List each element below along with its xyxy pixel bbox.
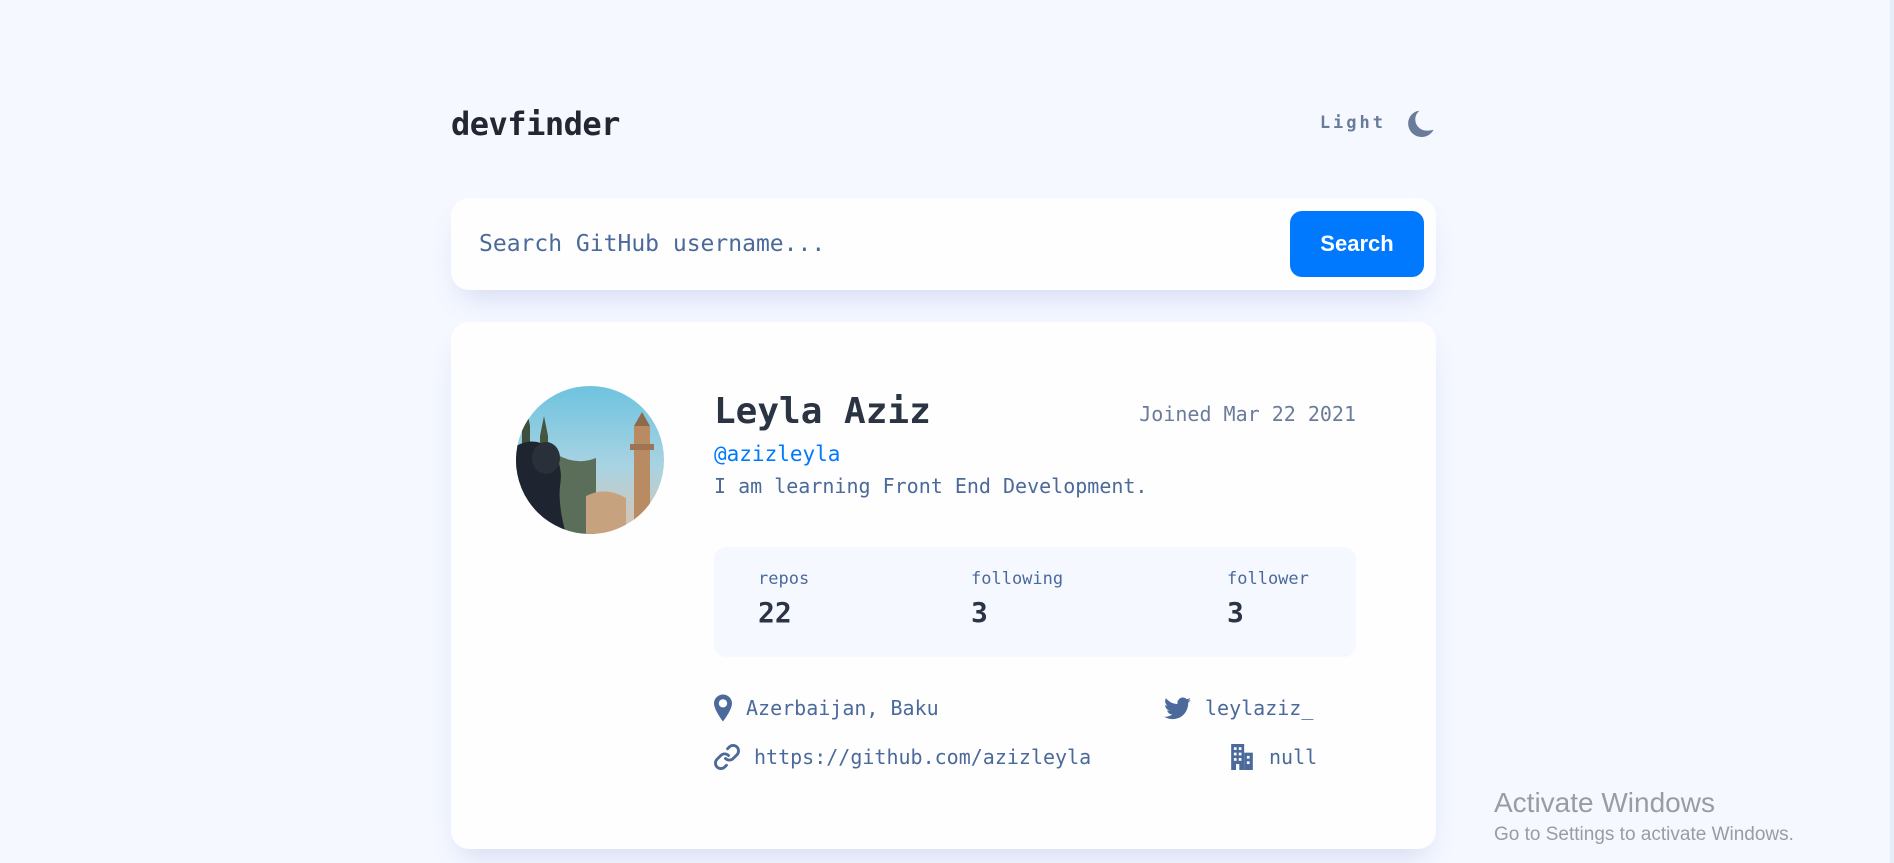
link-icon: [714, 744, 740, 770]
twitter-item: leylaziz_: [1164, 696, 1313, 720]
stat-following-value: 3: [971, 596, 988, 629]
stats-panel: repos 22 following 3 follower 3: [714, 547, 1356, 657]
moon-icon: [1406, 108, 1436, 138]
header: devfinder Light: [451, 100, 1436, 150]
profile-name: Leyla Aziz: [714, 391, 931, 432]
building-icon: [1231, 744, 1253, 770]
twitter-handle-link[interactable]: leylaziz_: [1205, 696, 1313, 720]
search-button[interactable]: Search: [1290, 211, 1424, 277]
stat-repos-label: repos: [758, 569, 810, 589]
stat-followers-label: follower: [1227, 569, 1309, 589]
stat-followers-value: 3: [1227, 596, 1244, 629]
stat-repos-value: 22: [758, 596, 792, 629]
stat-following: following 3: [971, 567, 1063, 631]
app-logo: devfinder: [451, 105, 620, 143]
page: devfinder Light Search GitHub username..…: [0, 0, 1894, 863]
twitter-icon: [1164, 697, 1191, 719]
stat-following-label: following: [971, 569, 1064, 589]
stat-repos: repos 22: [758, 567, 809, 631]
location-pin-icon: [714, 694, 732, 722]
watermark-title: Activate Windows: [1494, 787, 1715, 818]
search-bar: Search: [451, 198, 1436, 290]
profile-username-link[interactable]: @azizleyla: [714, 440, 840, 468]
search-input[interactable]: [479, 218, 1269, 270]
joined-date: Joined Mar 22 2021: [1139, 402, 1356, 426]
windows-activation-watermark: Activate Windows Go to Settings to activ…: [1494, 786, 1794, 848]
profile-bio: I am learning Front End Development.: [714, 474, 1148, 498]
profile-links: Azerbaijan, Baku leylaziz_ https://githu…: [714, 694, 1356, 804]
watermark-subtitle: Go to Settings to activate Windows.: [1494, 824, 1794, 845]
location-text: Azerbaijan, Baku: [746, 696, 939, 720]
website-item: https://github.com/azizleyla: [714, 744, 1091, 770]
company-text: null: [1269, 745, 1318, 769]
stat-followers: follower 3: [1227, 567, 1309, 631]
website-link[interactable]: https://github.com/azizleyla: [754, 745, 1091, 769]
company-item: null: [1229, 744, 1317, 770]
profile-card: Leyla Aziz Joined Mar 22 2021 @azizleyla…: [451, 322, 1436, 849]
location-item: Azerbaijan, Baku: [714, 694, 939, 722]
theme-toggle[interactable]: Light: [1320, 108, 1436, 138]
theme-toggle-label: Light: [1319, 113, 1386, 133]
avatar: [516, 386, 664, 534]
scrollbar[interactable]: [1890, 0, 1894, 863]
